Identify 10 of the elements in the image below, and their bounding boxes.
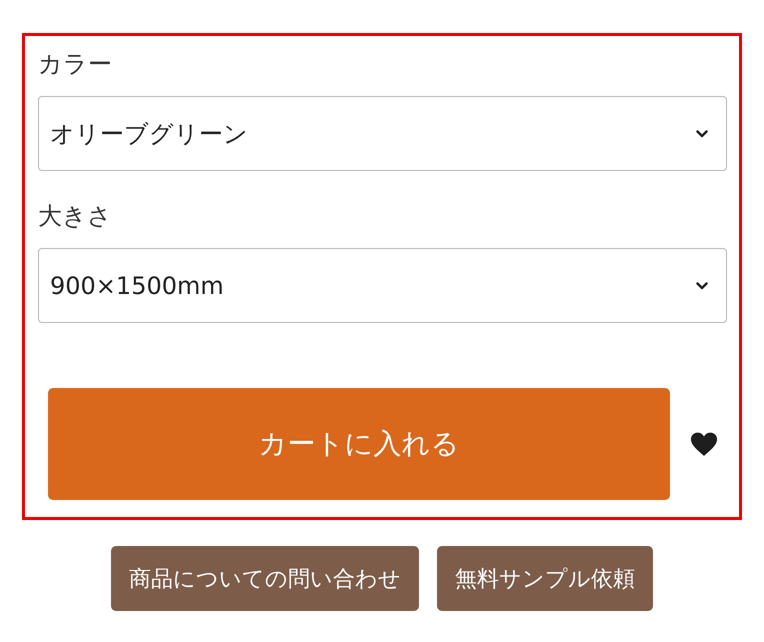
action-button[interactable]: 商品についての問い合わせ bbox=[111, 546, 419, 611]
chevron-down-icon bbox=[696, 130, 708, 138]
add-to-cart-button[interactable]: カートに入れる bbox=[48, 388, 670, 500]
field-label: カラー bbox=[38, 49, 112, 80]
field-label: 大きさ bbox=[38, 201, 112, 232]
dropdown[interactable]: 900×1500mm bbox=[38, 248, 727, 323]
dropdown[interactable]: オリーブグリーン bbox=[38, 96, 727, 171]
chevron-down-icon bbox=[696, 282, 708, 290]
action-button[interactable]: 無料サンプル依頼 bbox=[437, 546, 653, 611]
heart-icon[interactable] bbox=[690, 432, 718, 456]
